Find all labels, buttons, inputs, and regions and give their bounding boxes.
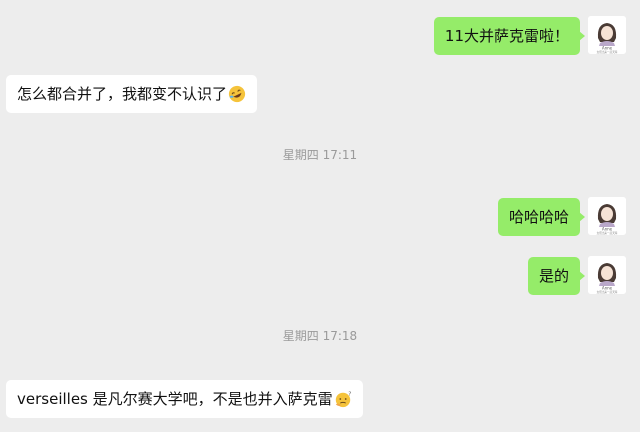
- avatar-girl-icon: Anne 太阳出来一起天晴: [588, 197, 626, 235]
- message-text: verseilles 是凡尔赛大学吧，不是也并入萨克雷: [17, 390, 333, 408]
- message-text: 11大并萨克雷啦！: [444, 27, 569, 45]
- message-bubble-received[interactable]: 怎么都合并了，我都变不认识了: [6, 75, 258, 113]
- message-text: 怎么都合并了，我都变不认识了: [17, 85, 228, 103]
- avatar-self[interactable]: Anne 太阳出来一起天晴: [588, 256, 626, 294]
- svg-text:太阳出来一起天晴: 太阳出来一起天晴: [597, 290, 618, 294]
- avatar-girl-icon: Anne 太阳出来一起天晴: [588, 256, 626, 294]
- avatar-girl-icon: Anne 太阳出来一起天晴: [588, 16, 626, 54]
- message-text: 是的: [538, 267, 569, 285]
- svg-text:Anne: Anne: [602, 46, 613, 51]
- avatar-self[interactable]: Anne 太阳出来一起天晴: [588, 197, 626, 235]
- svg-text:Anne: Anne: [602, 286, 613, 291]
- message-bubble-received[interactable]: verseilles 是凡尔赛大学吧，不是也并入萨克雷 ?: [6, 380, 363, 418]
- svg-text:太阳出来一起天晴: 太阳出来一起天晴: [597, 231, 618, 235]
- message-bubble-sent[interactable]: 是的: [527, 257, 586, 295]
- chat-window: 11大并萨克雷啦！ Anne 太阳出来一起天晴 怎么都合并了，我都变不认识了 星…: [0, 0, 640, 432]
- confused-emoji-icon: ?: [335, 391, 351, 408]
- svg-text:太阳出来一起天晴: 太阳出来一起天晴: [597, 50, 618, 54]
- message-bubble-sent[interactable]: 11大并萨克雷啦！: [433, 17, 586, 55]
- message-bubble-sent[interactable]: 哈哈哈哈: [497, 198, 586, 236]
- avatar-self[interactable]: Anne 太阳出来一起天晴: [588, 16, 626, 54]
- timestamp: 星期四 17:11: [282, 148, 358, 162]
- timestamp: 星期四 17:18: [282, 329, 358, 343]
- svg-text:?: ?: [348, 391, 351, 397]
- message-text: 哈哈哈哈: [508, 208, 569, 226]
- svg-text:Anne: Anne: [602, 227, 613, 232]
- rolling-laugh-emoji-icon: [228, 85, 246, 103]
